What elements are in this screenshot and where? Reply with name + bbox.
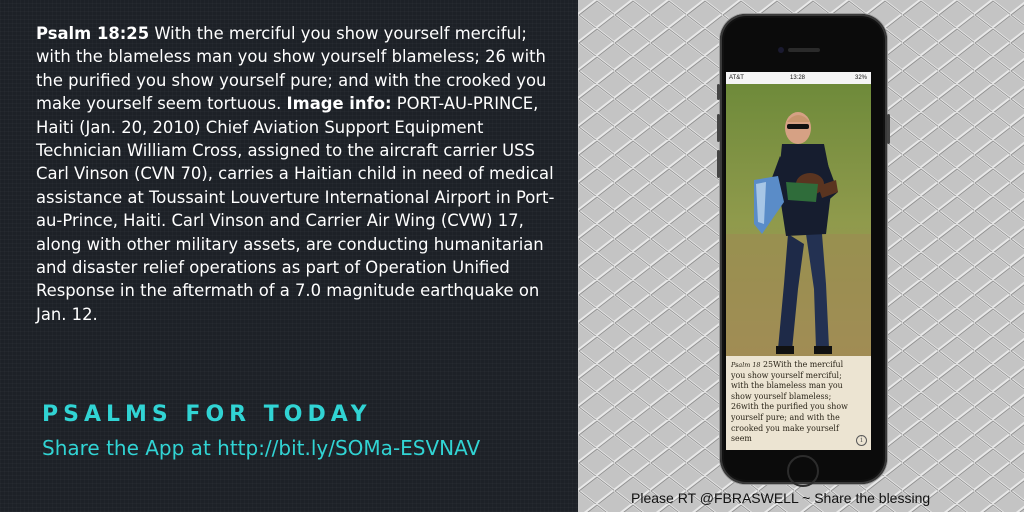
status-time: 13:28 xyxy=(790,75,806,81)
info-icon[interactable]: i xyxy=(856,435,867,446)
power-button xyxy=(887,114,890,144)
status-bar: AT&T 13:28 32% xyxy=(726,72,871,84)
share-app-link[interactable]: Share the App at http://bit.ly/SOMa-ESVN… xyxy=(42,436,480,460)
mute-switch xyxy=(717,84,720,100)
volume-up-button xyxy=(717,114,720,142)
image-info-label: Image info: xyxy=(286,94,392,114)
phone-screen: AT&T 13:28 32% Psalm 18 25With the merci… xyxy=(726,72,871,450)
volume-down-button xyxy=(717,150,720,178)
home-button[interactable] xyxy=(787,455,819,487)
front-camera-icon xyxy=(778,47,784,53)
carrier-label: AT&T xyxy=(729,75,744,81)
battery-level: 32% xyxy=(854,75,867,81)
verse-block: Psalm 18:25 With the merciful you show y… xyxy=(36,22,566,326)
earpiece-speaker xyxy=(788,48,820,52)
verse-reference: Psalm 18:25 xyxy=(36,24,150,43)
caption-text: 25With the merciful you show yourself me… xyxy=(731,360,848,444)
retweet-request: Please RT @FBRASWELL ~ Share the blessin… xyxy=(631,490,931,506)
text-panel: Psalm 18:25 With the merciful you show y… xyxy=(0,0,578,512)
phone-panel: AT&T 13:28 32% Psalm 18 25With the merci… xyxy=(578,0,1024,512)
caption-reference: Psalm 18 xyxy=(731,361,761,369)
brand-title: PSALMS FOR TODAY xyxy=(42,402,372,427)
verse-caption: Psalm 18 25With the merciful you show yo… xyxy=(726,356,871,450)
smartphone: AT&T 13:28 32% Psalm 18 25With the merci… xyxy=(717,14,890,487)
sailor-carrying-child-photo xyxy=(726,84,871,356)
image-info-text: PORT-AU-PRINCE, Haiti (Jan. 20, 2010) Ch… xyxy=(36,94,555,324)
